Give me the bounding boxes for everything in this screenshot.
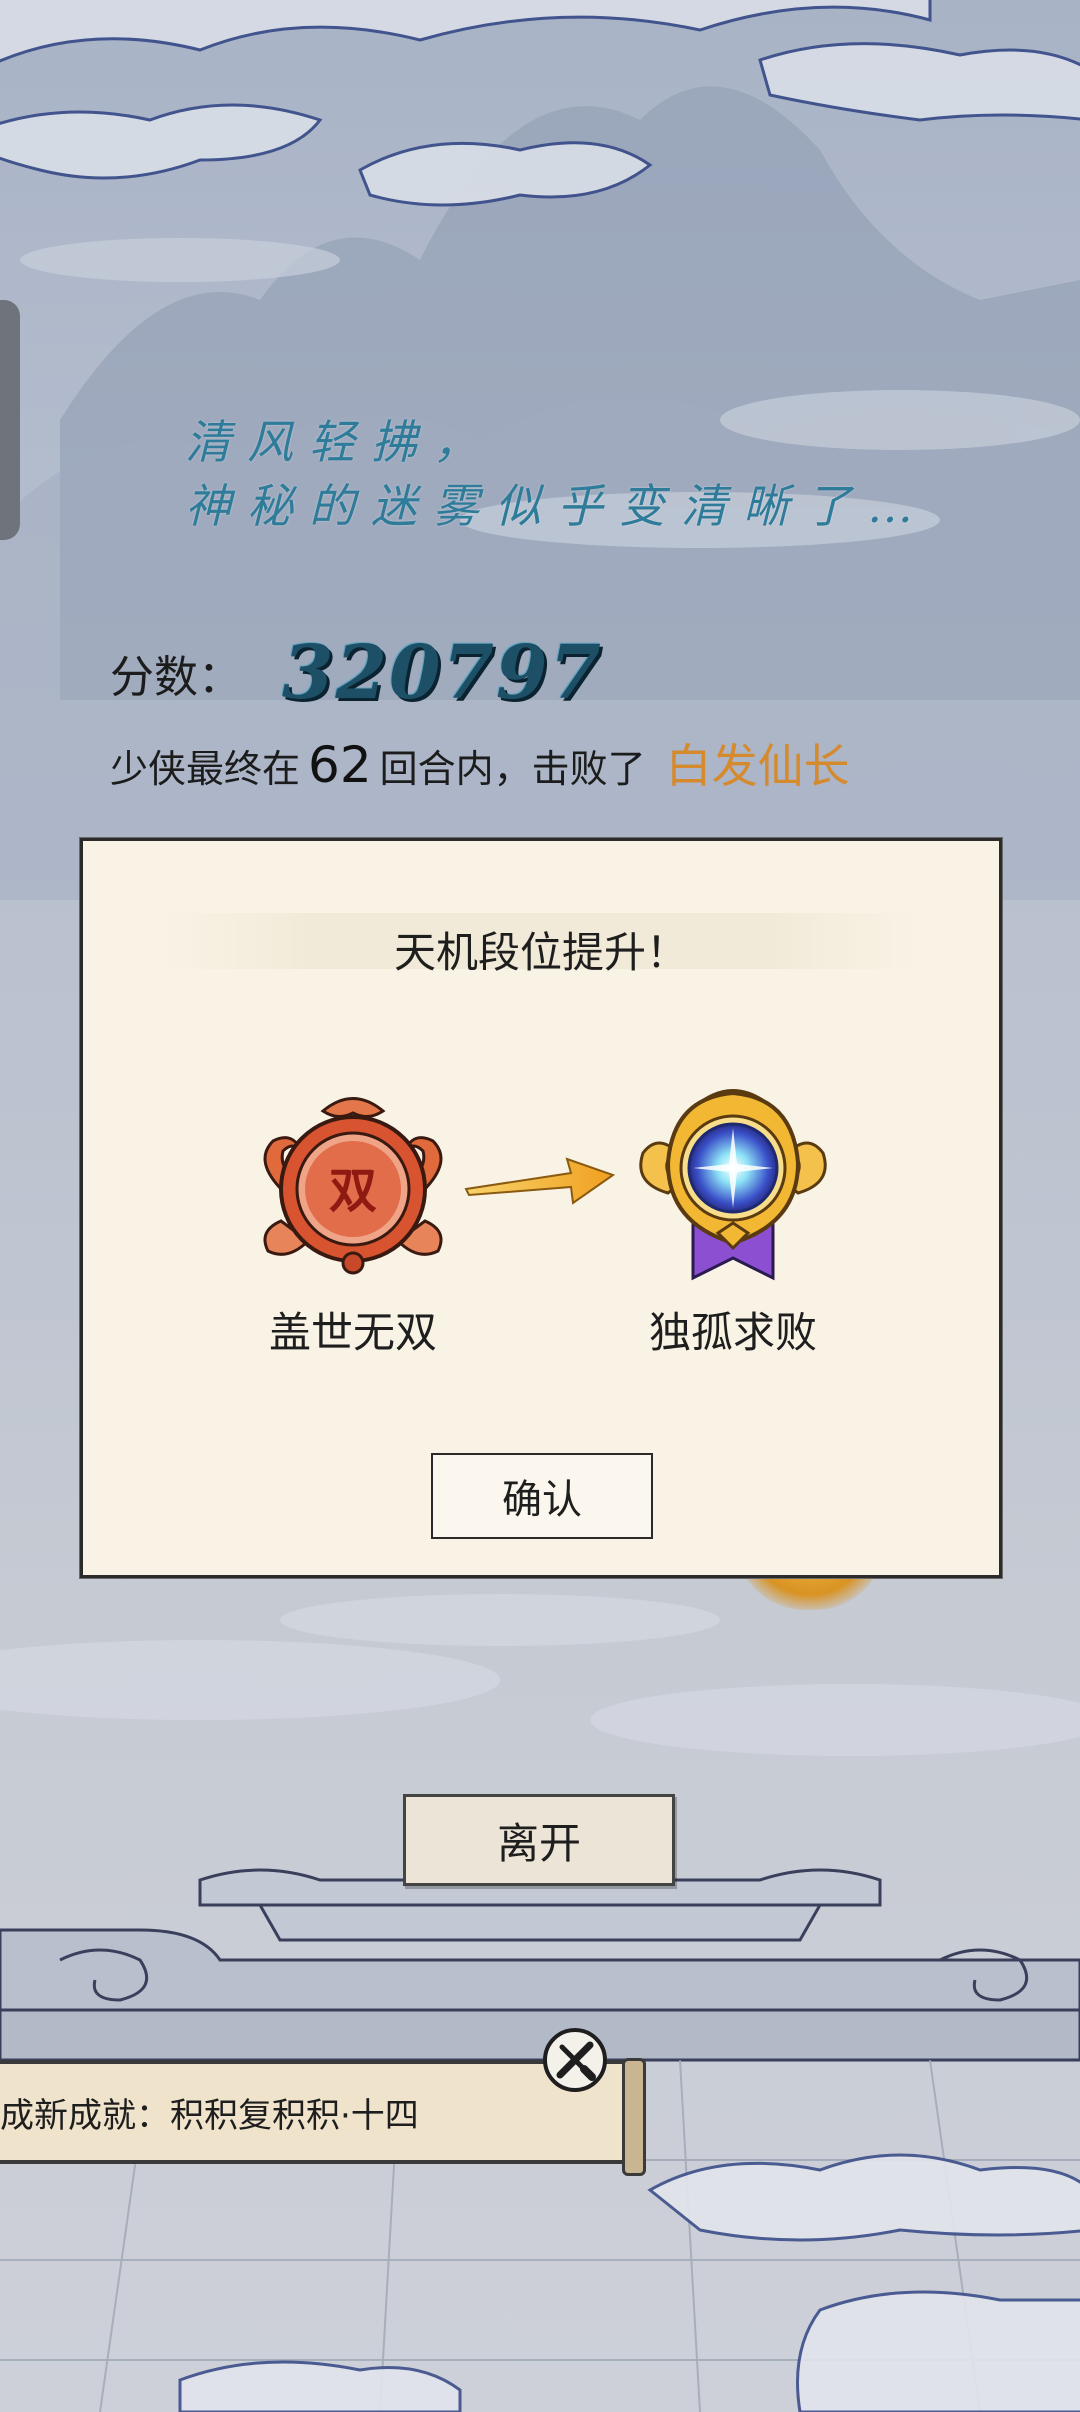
crossed-swords-icon bbox=[543, 2028, 607, 2092]
defeated-boss-name: 白发仙长 bbox=[665, 739, 850, 793]
rank-up-dialog: 天机段位提升！ 双 盖世无双 独孤求败 确认 bbox=[80, 838, 1002, 1578]
result-middle: 回合内，击败了 bbox=[379, 747, 646, 791]
svg-text:双: 双 bbox=[329, 1163, 377, 1219]
achievement-text: 成新成就：积积复积积·十四 bbox=[0, 2095, 419, 2136]
red-rank-badge-icon: 双 bbox=[263, 1097, 443, 1275]
battle-result-line: 少侠最终在 62 回合内，击败了 白发仙长 bbox=[110, 730, 850, 810]
score-row: 分数： 320797 bbox=[110, 628, 603, 718]
confirm-button[interactable]: 确认 bbox=[431, 1453, 653, 1539]
result-prefix: 少侠最终在 bbox=[110, 747, 301, 791]
score-label: 分数： bbox=[110, 652, 242, 703]
poem-line-1: 清风轻拂， bbox=[185, 415, 495, 469]
leave-button[interactable]: 离开 bbox=[403, 1794, 675, 1886]
rank-upgrade-arrow-icon bbox=[464, 1157, 616, 1205]
achievement-toast: 成新成就：积积复积积·十四 bbox=[0, 2058, 646, 2176]
dialog-title: 天机段位提升！ bbox=[393, 928, 688, 977]
new-rank-name: 独孤求败 bbox=[648, 1308, 817, 1357]
result-rounds: 62 bbox=[308, 736, 372, 794]
poem-line-2: 神秘的迷雾似乎变清晰了… bbox=[185, 479, 929, 533]
score-value: 320797 bbox=[282, 630, 603, 716]
poem-text: 清风轻拂， 神秘的迷雾似乎变清晰了… bbox=[185, 410, 929, 538]
gold-crystal-rank-badge-icon bbox=[639, 1089, 827, 1281]
side-drawer-tab[interactable] bbox=[0, 300, 20, 540]
old-rank-name: 盖世无双 bbox=[268, 1308, 437, 1357]
